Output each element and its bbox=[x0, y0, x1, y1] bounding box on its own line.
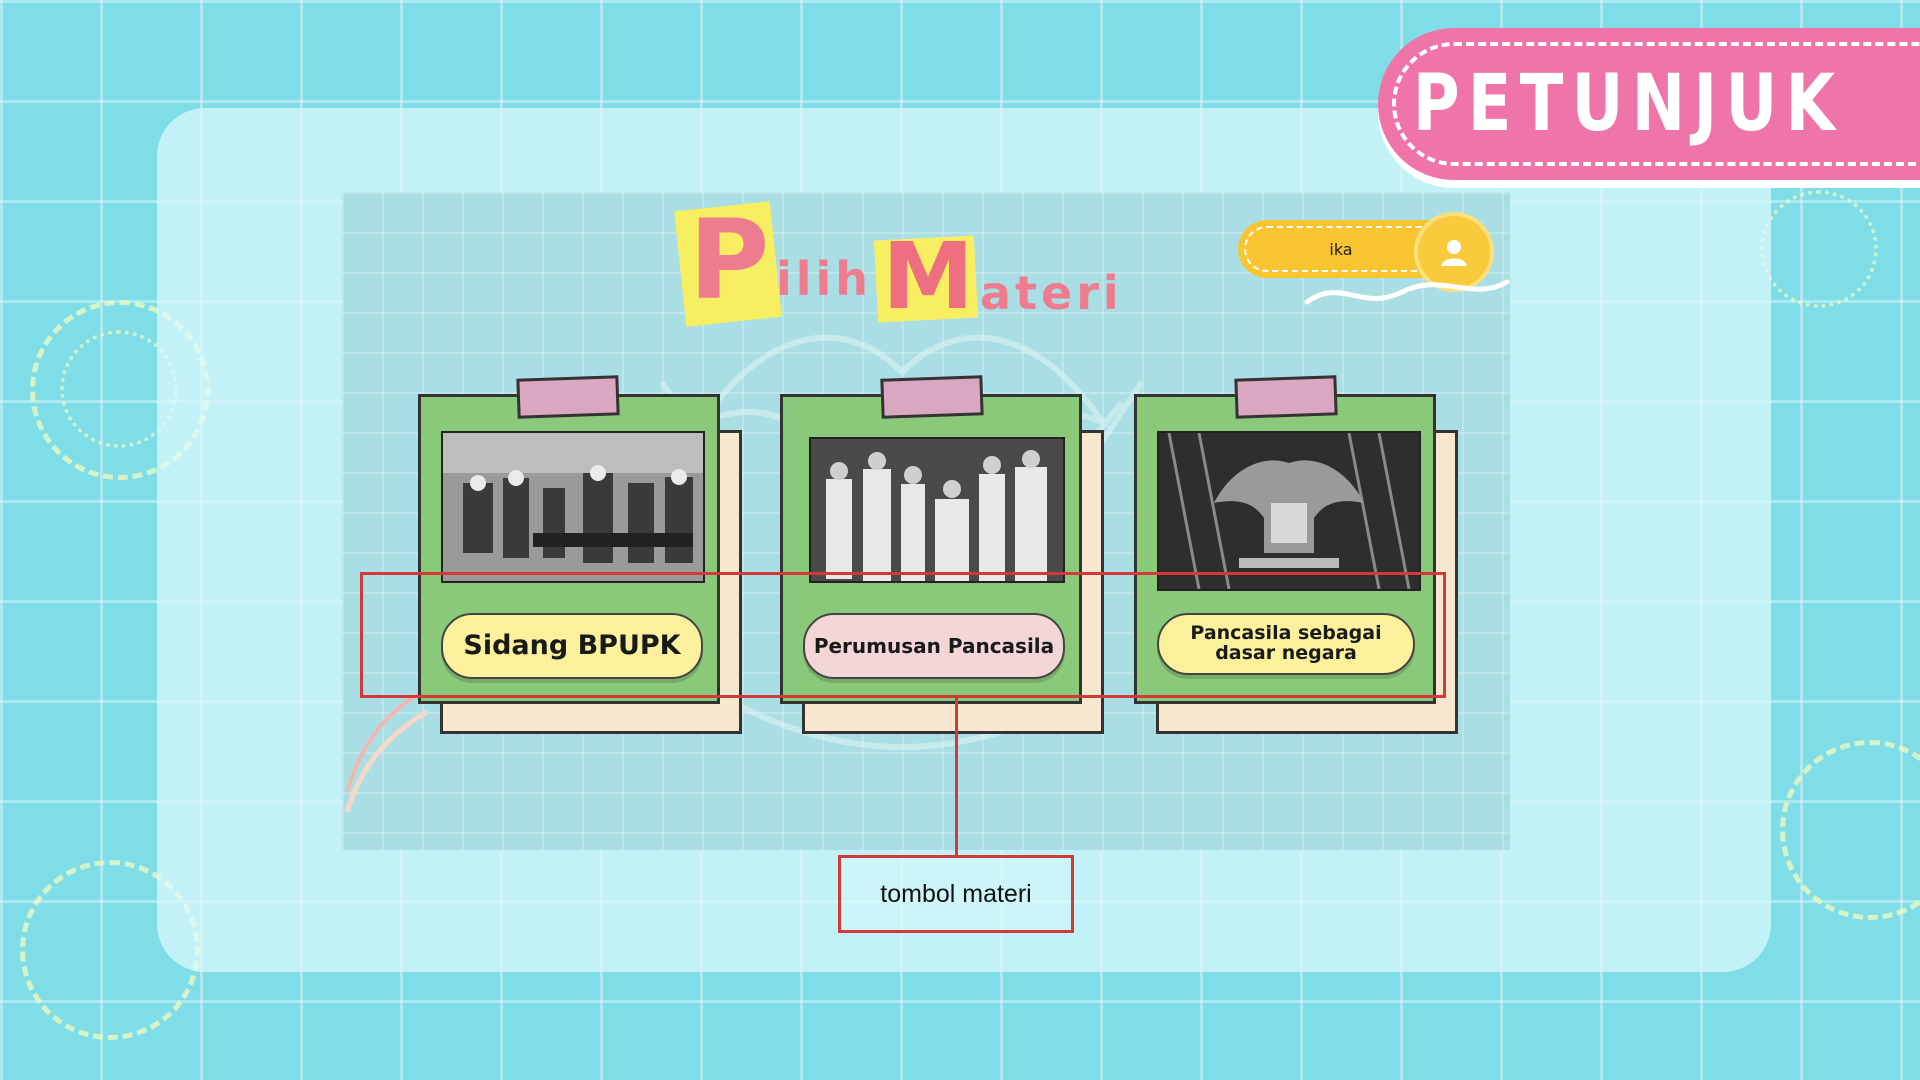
decorative-sparkle bbox=[1780, 740, 1920, 920]
title-letter-m: M bbox=[882, 222, 974, 330]
title-word-ilih: ilih bbox=[776, 252, 873, 306]
callout-connector bbox=[955, 698, 958, 856]
materi-buttons-highlight bbox=[360, 572, 1446, 698]
card-tape bbox=[516, 375, 620, 419]
decorative-squiggle bbox=[1304, 279, 1510, 305]
historical-photo bbox=[441, 431, 705, 583]
card-tape bbox=[880, 375, 984, 419]
app-screenshot: P ilih M ateri ika Sidang BPUPK Perumusa… bbox=[342, 192, 1510, 850]
pilih-materi-title: P ilih M ateri bbox=[674, 192, 1160, 330]
decorative-sparkle bbox=[1760, 190, 1878, 308]
historical-photo bbox=[1157, 431, 1421, 591]
title-letter-p: P bbox=[688, 196, 770, 324]
banner-title: PETUNJUK bbox=[1412, 59, 1844, 149]
title-word-ateri: ateri bbox=[980, 266, 1123, 320]
card-tape bbox=[1234, 375, 1338, 419]
user-profile-pill[interactable]: ika bbox=[1238, 212, 1494, 292]
callout-label: tombol materi bbox=[838, 855, 1074, 933]
petunjuk-banner: PETUNJUK bbox=[1378, 28, 1920, 180]
historical-photo bbox=[809, 437, 1065, 583]
